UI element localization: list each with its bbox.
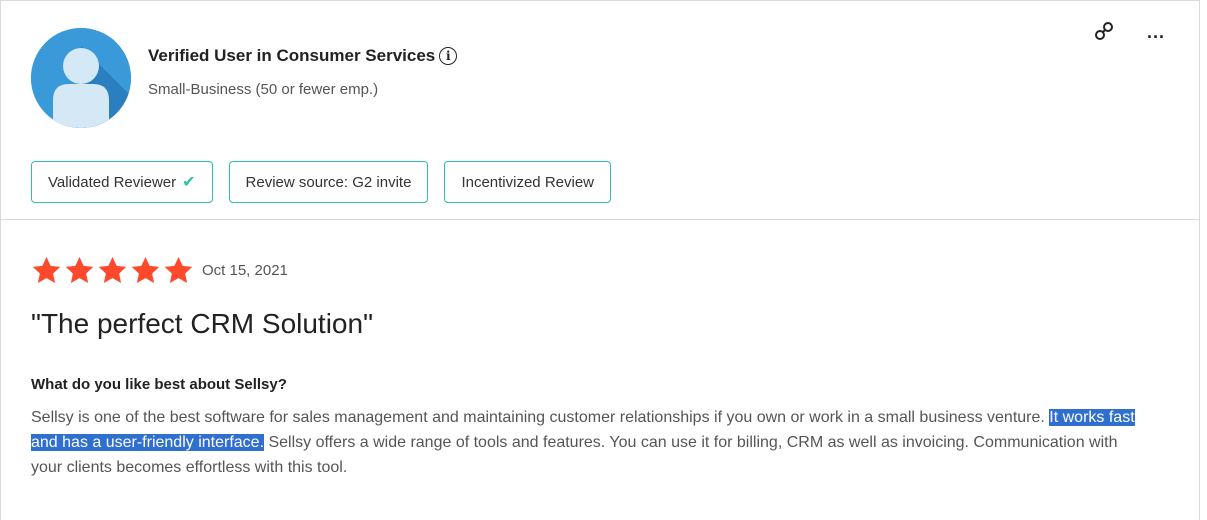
more-options-icon[interactable]: ... (1147, 23, 1165, 41)
star-icon (131, 256, 160, 284)
review-card: Verified User in Consumer Services i Sma… (0, 0, 1200, 520)
star-icon (65, 256, 94, 284)
star-icon (98, 256, 127, 284)
reviewer-name-text: Verified User in Consumer Services (148, 46, 436, 65)
badge-label: Validated Reviewer (48, 173, 177, 191)
avatar-person-icon (31, 28, 131, 128)
badge-label: Review source: G2 invite (245, 173, 412, 191)
badge-label: Incentivized Review (461, 173, 594, 191)
check-icon: ✔ (182, 174, 196, 191)
reviewer-name: Verified User in Consumer Services i (148, 46, 458, 66)
avatar (31, 28, 131, 128)
info-icon[interactable]: i (439, 47, 458, 65)
star-rating (31, 255, 194, 286)
review-header: Verified User in Consumer Services i Sma… (1, 1, 1199, 220)
review-date: Oct 15, 2021 (202, 262, 288, 279)
review-question: What do you like best about Sellsy? (31, 376, 287, 393)
star-icon (32, 256, 61, 284)
validated-reviewer-badge[interactable]: Validated Reviewer ✔ (31, 161, 213, 203)
link-icon[interactable] (1093, 20, 1115, 42)
review-source-badge[interactable]: Review source: G2 invite (228, 161, 429, 203)
incentivized-review-badge[interactable]: Incentivized Review (444, 161, 611, 203)
answer-text-before: Sellsy is one of the best software for s… (31, 409, 1050, 426)
review-answer: Sellsy is one of the best software for s… (31, 405, 1141, 480)
review-title: "The perfect CRM Solution" (31, 308, 374, 339)
rating-row: Oct 15, 2021 (31, 255, 288, 286)
star-icon (164, 256, 193, 284)
reviewer-segment: Small-Business (50 or fewer emp.) (148, 81, 379, 98)
badge-list: Validated Reviewer ✔ Review source: G2 i… (31, 161, 611, 203)
